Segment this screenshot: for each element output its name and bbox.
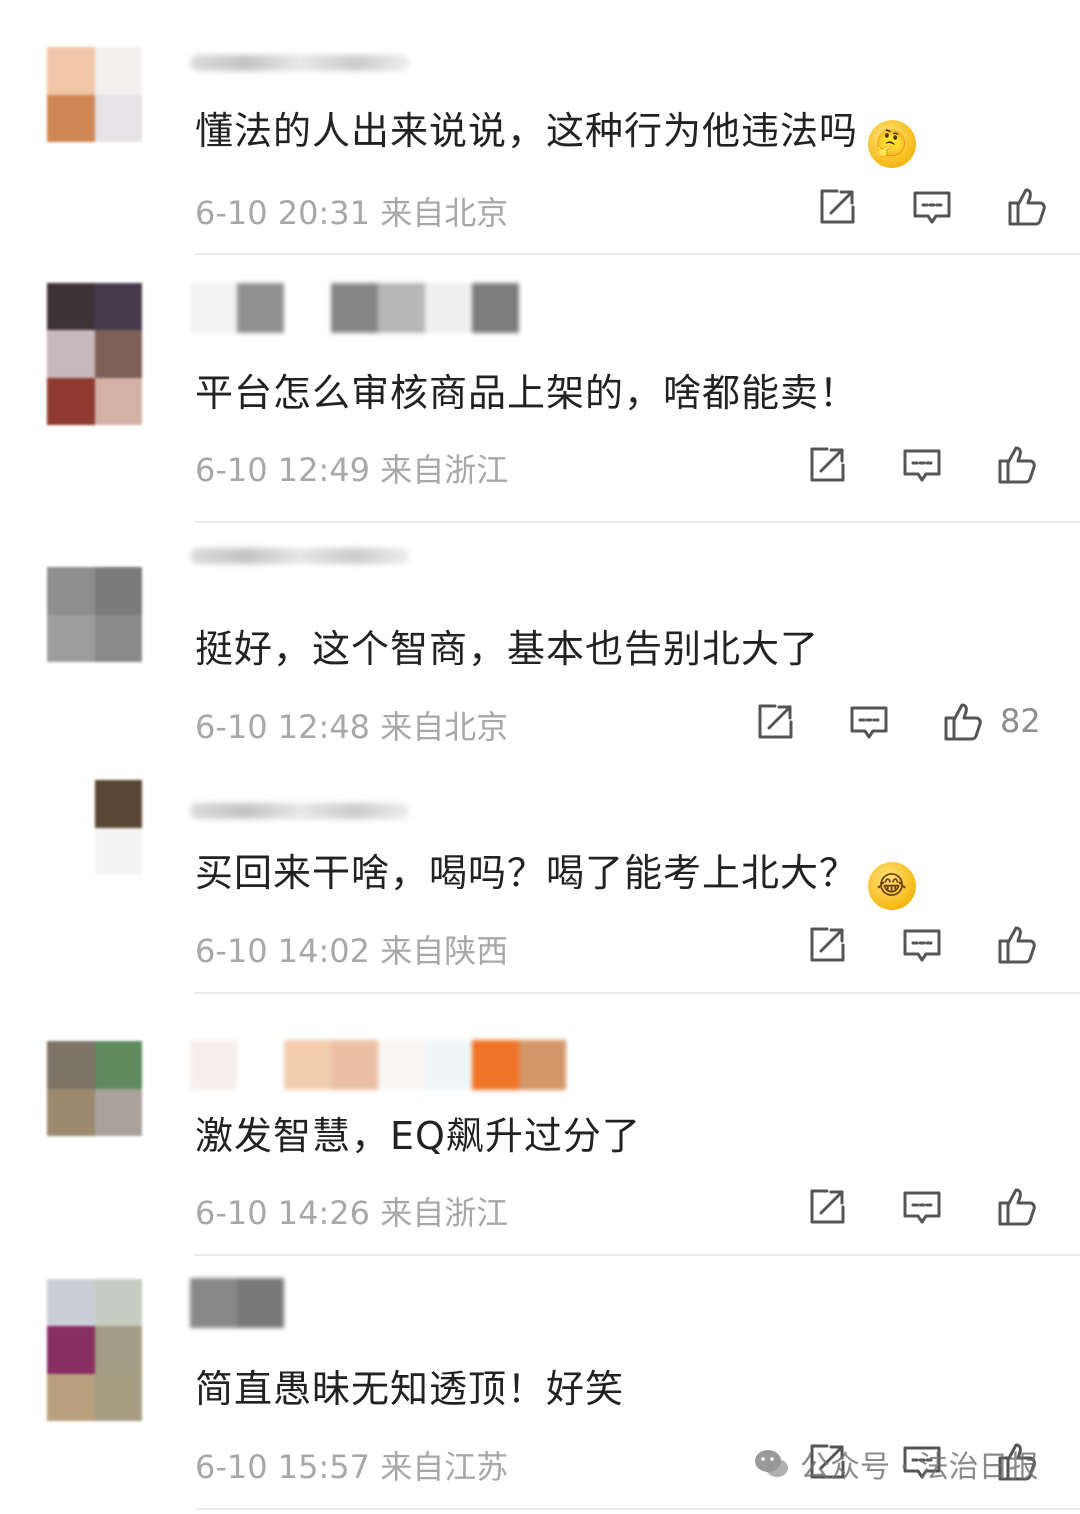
avatar[interactable] (47, 1279, 142, 1421)
avatar[interactable] (47, 780, 142, 875)
username[interactable] (190, 803, 410, 819)
watermark: 公众号 · 法治日报 (752, 1442, 1039, 1486)
comment-text: 激发智慧，EQ飙升过分了 (195, 1114, 641, 1158)
comment-meta: 6-10 12:49 来自浙江 (195, 451, 509, 489)
comment-icon[interactable] (847, 700, 891, 744)
comment-text: 懂法的人出来说说，这种行为他违法吗 🤔 (195, 100, 917, 168)
comment-text: 简直愚昧无知透顶！好笑 (195, 1367, 625, 1411)
comment-meta: 6-10 12:48 来自北京 (195, 708, 509, 746)
like-icon[interactable] (995, 1185, 1039, 1229)
comment-text: 挺好，这个智商，基本也告别北大了 (195, 627, 820, 671)
avatar[interactable] (47, 283, 142, 425)
comment-text: 买回来干啥，喝吗？喝了能考上北大？ 😂 (195, 842, 917, 910)
divider (195, 992, 1080, 994)
comment-icon[interactable] (900, 443, 944, 487)
username[interactable] (190, 548, 410, 564)
comment-icon[interactable] (910, 185, 954, 229)
share-icon[interactable] (805, 443, 849, 487)
laughing-crying-emoji-icon: 😂 (868, 862, 917, 910)
share-icon[interactable] (805, 1185, 849, 1229)
like-icon[interactable] (941, 700, 985, 744)
username[interactable] (190, 283, 519, 333)
comment-meta: 6-10 20:31 来自北京 (195, 194, 509, 232)
like-icon[interactable] (1005, 185, 1049, 229)
like-icon[interactable] (995, 443, 1039, 487)
avatar[interactable] (47, 1041, 142, 1136)
wechat-icon (755, 1450, 788, 1477)
avatar[interactable] (47, 567, 142, 662)
thinking-emoji-icon: 🤔 (868, 120, 917, 168)
like-count: 82 (1000, 702, 1041, 740)
comment-meta: 6-10 14:26 来自浙江 (195, 1194, 509, 1232)
divider (195, 253, 1080, 255)
comment-meta: 6-10 14:02 来自陕西 (195, 932, 509, 970)
comment-icon[interactable] (900, 923, 944, 967)
divider (195, 521, 1080, 523)
username[interactable] (190, 55, 410, 71)
share-icon[interactable] (815, 185, 859, 229)
divider (195, 1508, 1080, 1510)
comment-meta: 6-10 15:57 来自江苏 (195, 1448, 509, 1486)
username[interactable] (190, 1040, 566, 1090)
share-icon[interactable] (805, 923, 849, 967)
username[interactable] (190, 1278, 284, 1328)
like-icon[interactable] (995, 923, 1039, 967)
avatar[interactable] (47, 47, 142, 142)
comment-text: 平台怎么审核商品上架的，啥都能卖！ (195, 371, 859, 415)
comment-icon[interactable] (900, 1185, 944, 1229)
share-icon[interactable] (753, 700, 797, 744)
divider (195, 1254, 1080, 1256)
